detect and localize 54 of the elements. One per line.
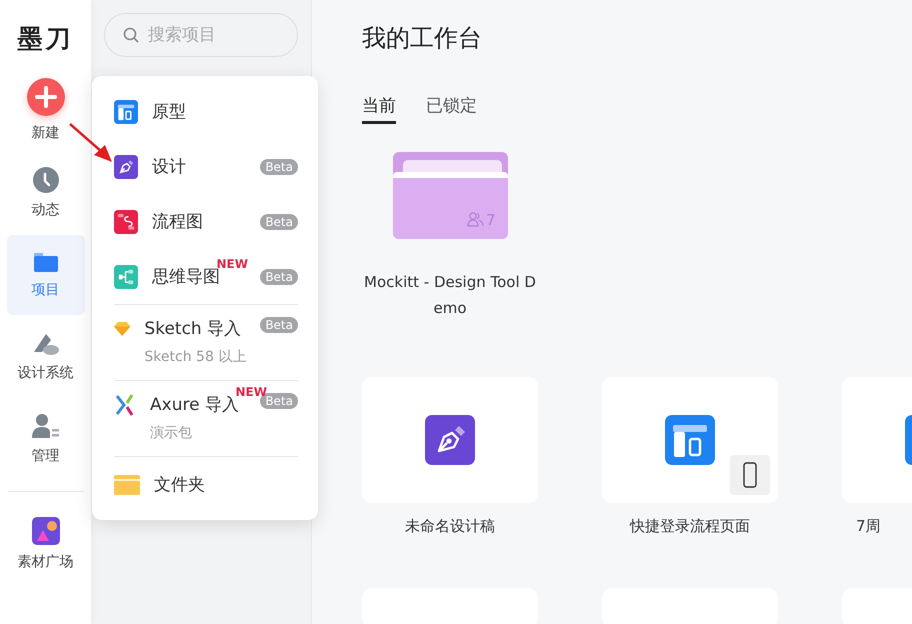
page-title: 我的工作台 bbox=[362, 23, 483, 54]
beta-badge: Beta bbox=[260, 268, 298, 284]
nav-item[interactable]: 素材广场 bbox=[6, 504, 84, 584]
logo: 墨刀 bbox=[18, 23, 74, 55]
pen-nib-icon bbox=[425, 415, 475, 465]
pen-nib-icon bbox=[114, 154, 138, 178]
menu-item[interactable]: 文件夹 bbox=[114, 457, 298, 512]
file-name[interactable]: 7周 bbox=[856, 517, 881, 536]
nav-item[interactable]: 设计系统 bbox=[6, 317, 84, 397]
flowchart-icon bbox=[114, 210, 138, 234]
menu-sublabel: Sketch 58 以上 bbox=[144, 348, 246, 366]
menu-label: 文件夹 bbox=[154, 475, 205, 495]
menu-item[interactable]: 设计 Beta bbox=[114, 139, 298, 194]
beta-badge: Beta bbox=[260, 158, 298, 174]
people-icon bbox=[466, 212, 484, 227]
x-icon bbox=[114, 393, 136, 417]
menu-item[interactable]: 流程图 Beta bbox=[114, 194, 298, 249]
folder-icon bbox=[32, 251, 58, 273]
nav-item[interactable]: 动态 bbox=[6, 153, 84, 233]
menu-label: 流程图 bbox=[152, 212, 203, 232]
phone-icon bbox=[743, 462, 757, 488]
menu-item[interactable]: Sketch 导入 Sketch 58 以上 Beta bbox=[114, 305, 298, 380]
menu-label: 原型 bbox=[152, 102, 186, 122]
menu-item[interactable]: 思维导图 NEW Beta bbox=[114, 249, 298, 304]
nav-item[interactable]: 新建 bbox=[6, 75, 84, 145]
menu-sublabel: 演示包 bbox=[150, 424, 193, 442]
nav-item[interactable]: 项目 bbox=[6, 235, 84, 315]
clock-icon bbox=[32, 167, 58, 193]
menu-label: Axure 导入 bbox=[150, 395, 239, 415]
file-card[interactable] bbox=[602, 377, 778, 503]
beta-badge: Beta bbox=[260, 214, 298, 230]
prototype-icon bbox=[114, 100, 138, 124]
tab[interactable]: 当前 bbox=[362, 94, 396, 124]
menu-label: Sketch 导入 bbox=[144, 319, 242, 339]
search-icon bbox=[123, 27, 139, 43]
menu-label: 设计 bbox=[152, 157, 186, 177]
menu-item[interactable]: 原型 bbox=[114, 84, 298, 139]
prototype-icon bbox=[665, 415, 715, 465]
menu-label: 思维导图 bbox=[152, 267, 220, 287]
folder-icon bbox=[114, 474, 140, 494]
file-name[interactable]: 快捷登录流程页面 bbox=[630, 517, 750, 536]
tab[interactable]: 已锁定 bbox=[426, 94, 477, 124]
mindmap-icon bbox=[114, 264, 138, 288]
person-icon bbox=[32, 413, 60, 439]
arrow-icon bbox=[68, 122, 114, 164]
shapes-icon bbox=[32, 517, 60, 545]
nav-item[interactable]: 管理 bbox=[6, 399, 84, 479]
plus-icon bbox=[26, 78, 64, 116]
folder-name[interactable]: Mockitt - Design Tool Demo bbox=[362, 269, 538, 321]
beta-badge: Beta bbox=[260, 317, 298, 333]
file-card[interactable] bbox=[362, 377, 538, 503]
shapes-icon bbox=[32, 332, 60, 356]
file-name[interactable]: 未命名设计稿 bbox=[405, 517, 495, 536]
search-field[interactable]: 搜索项目 bbox=[104, 13, 298, 57]
